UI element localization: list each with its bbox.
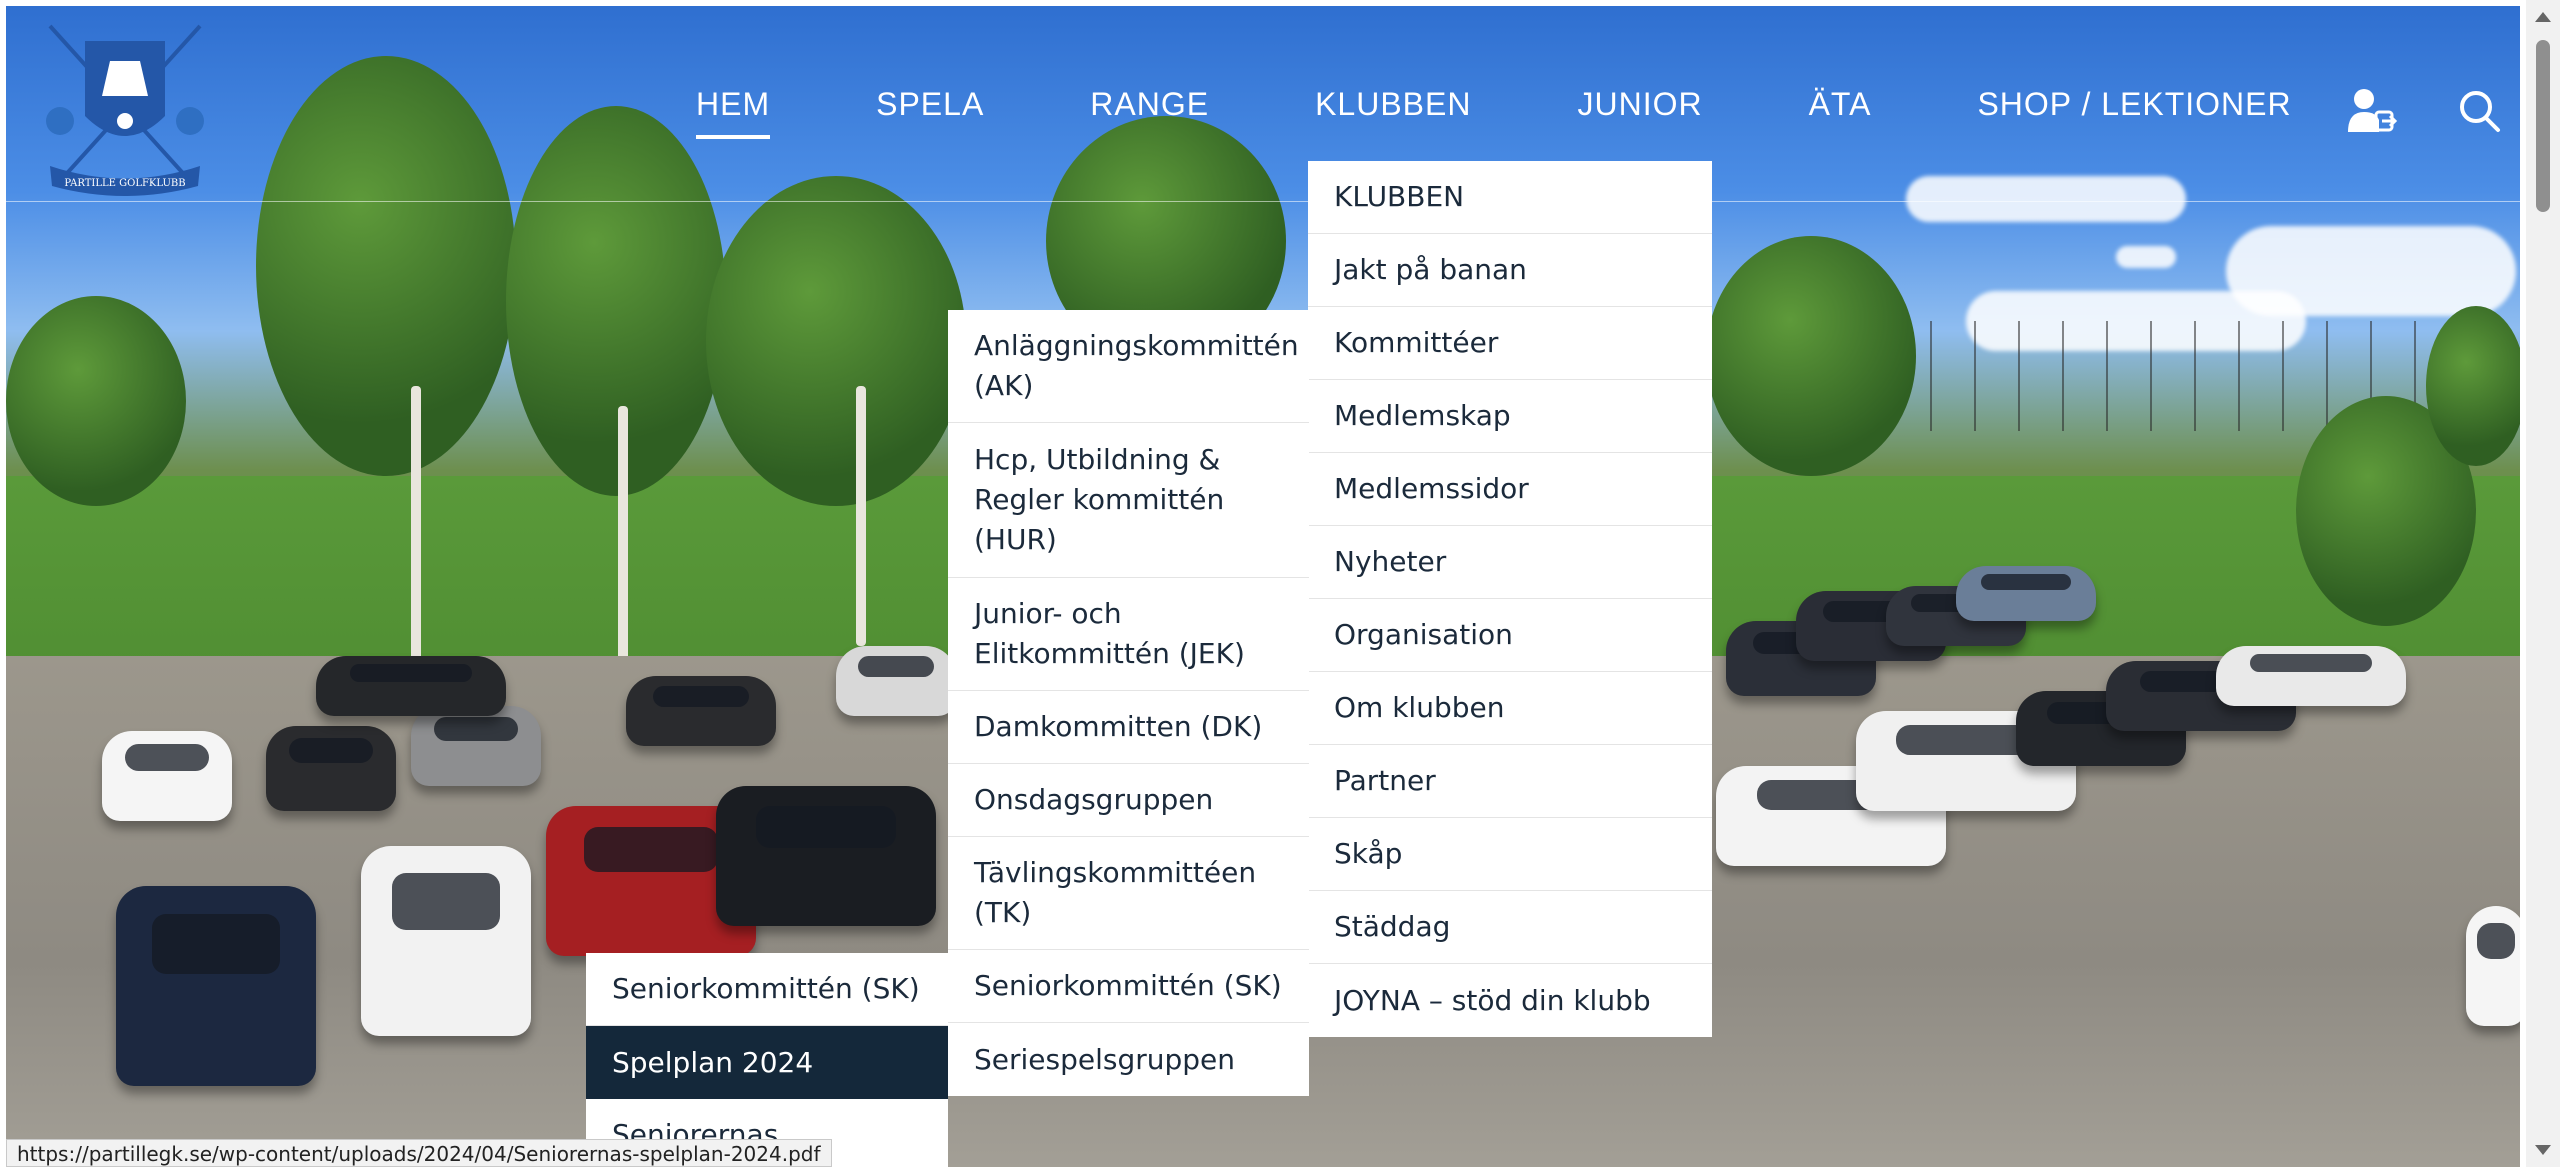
menu-item-seriespelsgruppen[interactable]: Seriespelsgruppen: [948, 1023, 1309, 1096]
nav-item-ata[interactable]: ÄTA: [1809, 82, 1872, 139]
klubben-dropdown: KLUBBEN Jakt på banan Kommittéer Medlems…: [1308, 161, 1712, 1037]
browser-status-url: https://partillegk.se/wp-content/uploads…: [6, 1139, 832, 1167]
scroll-down-arrow-icon[interactable]: [2535, 1145, 2551, 1155]
menu-item-onsdagsgruppen[interactable]: Onsdagsgruppen: [948, 764, 1309, 837]
search-icon[interactable]: [2454, 88, 2506, 134]
nav-item-range[interactable]: RANGE: [1090, 82, 1209, 139]
menu-item-nyheter[interactable]: Nyheter: [1308, 526, 1712, 599]
vertical-scrollbar[interactable]: [2526, 0, 2560, 1167]
menu-item-partner[interactable]: Partner: [1308, 745, 1712, 818]
nav-item-hem[interactable]: HEM: [696, 82, 771, 139]
nav-item-junior[interactable]: JUNIOR: [1577, 82, 1702, 139]
menu-item-seniorkommitten-sk[interactable]: Seniorkommittén (SK): [586, 953, 948, 1026]
menu-item-joyna[interactable]: JOYNA – stöd din klubb: [1308, 964, 1712, 1037]
menu-item-anlaggningskommitten[interactable]: Anläggningskommittén (AK): [948, 310, 1309, 423]
club-logo[interactable]: PARTILLE GOLFKLUBB: [30, 6, 220, 202]
menu-item-staddag[interactable]: Städdag: [1308, 891, 1712, 964]
menu-item-om-klubben[interactable]: Om klubben: [1308, 672, 1712, 745]
menu-item-jek-kommitten[interactable]: Junior- och Elitkommittén (JEK): [948, 578, 1309, 691]
kommitteer-submenu: Anläggningskommittén (AK) Hcp, Utbildning…: [948, 310, 1309, 1096]
menu-item-medlemskap[interactable]: Medlemskap: [1308, 380, 1712, 453]
menu-item-tavlingskommitteen[interactable]: Tävlingskommittéen (TK): [948, 837, 1309, 950]
menu-item-skap[interactable]: Skåp: [1308, 818, 1712, 891]
main-nav: HEM SPELA RANGE KLUBBEN JUNIOR ÄTA SHOP …: [696, 82, 2292, 139]
nav-item-spela[interactable]: SPELA: [876, 82, 984, 139]
menu-item-hur-kommitten[interactable]: Hcp, Utbildning & Regler kommittén (HUR): [948, 423, 1309, 578]
menu-item-seniorkommitten[interactable]: Seniorkommittén (SK): [948, 950, 1309, 1023]
seniorkommitten-submenu: Seniorkommittén (SK) Spelplan 2024 Senio…: [586, 953, 948, 1167]
menu-item-damkommitten[interactable]: Damkommitten (DK): [948, 691, 1309, 764]
site-header: PARTILLE GOLFKLUBB HEM SPELA RANGE KLUBB…: [6, 6, 2526, 202]
menu-item-jakt-pa-banan[interactable]: Jakt på banan: [1308, 234, 1712, 307]
logo-text: PARTILLE GOLFKLUBB: [64, 178, 185, 189]
nav-item-shop-lektioner[interactable]: SHOP / LEKTIONER: [1977, 82, 2291, 139]
menu-item-spelplan-2024[interactable]: Spelplan 2024: [586, 1026, 948, 1099]
page-frame: PARTILLE GOLFKLUBB HEM SPELA RANGE KLUBB…: [6, 6, 2526, 1167]
user-login-icon[interactable]: [2346, 88, 2398, 134]
menu-item-kommitteer[interactable]: Kommittéer: [1308, 307, 1712, 380]
scroll-up-arrow-icon[interactable]: [2535, 12, 2551, 22]
menu-item-medlemssidor[interactable]: Medlemssidor: [1308, 453, 1712, 526]
menu-item-organisation[interactable]: Organisation: [1308, 599, 1712, 672]
menu-item-klubben[interactable]: KLUBBEN: [1308, 161, 1712, 234]
scrollbar-thumb[interactable]: [2536, 40, 2550, 212]
nav-item-klubben[interactable]: KLUBBEN: [1315, 82, 1471, 139]
